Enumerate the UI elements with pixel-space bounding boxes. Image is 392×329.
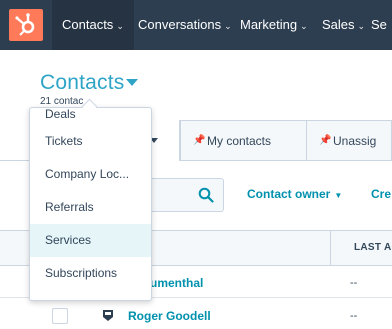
- table-row: Roger Goodell --: [0, 298, 392, 329]
- tab-unassigned-label: Unassig: [333, 134, 377, 148]
- contact-count: 21 contac: [40, 96, 84, 107]
- chevron-down-icon: ⌄: [116, 21, 124, 31]
- pin-icon: 📌: [193, 135, 206, 146]
- caret-down-icon[interactable]: [126, 79, 138, 86]
- column-divider: [330, 230, 331, 266]
- dropdown-item-subscriptions[interactable]: Subscriptions: [30, 257, 151, 290]
- row-checkbox[interactable]: [52, 308, 68, 324]
- top-navigation: Contacts ⌄ Conversations ⌄ Marketing ⌄ Sale…: [0, 0, 392, 50]
- last-activity-value: --: [350, 277, 358, 289]
- avatar: [103, 310, 113, 321]
- nav-marketing-label: Marketing: [240, 17, 298, 32]
- contact-owner-filter[interactable]: Contact owner ▼: [247, 187, 342, 201]
- nav-contacts-label: Contacts: [62, 17, 114, 32]
- nav-service[interactable]: Se: [371, 0, 387, 50]
- last-activity-value: --: [350, 310, 358, 322]
- nav-contacts[interactable]: Contacts ⌄: [52, 0, 134, 50]
- chevron-down-icon: ⌄: [357, 21, 366, 31]
- caret-down-icon: ▼: [334, 191, 343, 200]
- dropdown-item-referrals[interactable]: Referrals: [30, 191, 151, 224]
- column-header-last-activity[interactable]: LAST AC: [354, 242, 392, 253]
- nav-conversations[interactable]: Conversations ⌄: [138, 0, 232, 50]
- nav-sales[interactable]: Sales ⌄: [322, 0, 365, 50]
- nav-service-label: Se: [371, 17, 387, 32]
- tab-my-contacts[interactable]: 📌 My contacts: [180, 120, 307, 160]
- nav-marketing[interactable]: Marketing ⌄: [240, 0, 308, 50]
- search-icon[interactable]: [198, 187, 214, 203]
- nav-sales-label: Sales: [322, 17, 355, 32]
- contact-owner-label: Contact owner: [247, 187, 331, 201]
- tab-unassigned[interactable]: 📌 Unassig: [306, 120, 392, 160]
- hubspot-logo-icon[interactable]: [9, 9, 43, 41]
- dropdown-item-company-location[interactable]: Company Loc...: [30, 158, 151, 191]
- chevron-down-icon: ⌄: [300, 21, 308, 31]
- contact-name-link[interactable]: Roger Goodell: [128, 309, 211, 323]
- create-date-label: Cre: [371, 187, 392, 201]
- nav-conversations-label: Conversations: [138, 17, 222, 32]
- page-title[interactable]: Contacts: [40, 71, 124, 95]
- chevron-down-icon: ⌄: [224, 21, 232, 31]
- pin-icon: 📌: [319, 135, 332, 146]
- create-date-filter[interactable]: Cre: [371, 187, 391, 201]
- tab-my-contacts-label: My contacts: [207, 134, 272, 148]
- dropdown-item-services[interactable]: Services: [30, 224, 151, 257]
- object-type-dropdown: Deals Tickets Company Loc... Referrals S…: [29, 107, 152, 301]
- dropdown-item-tickets[interactable]: Tickets: [30, 125, 151, 158]
